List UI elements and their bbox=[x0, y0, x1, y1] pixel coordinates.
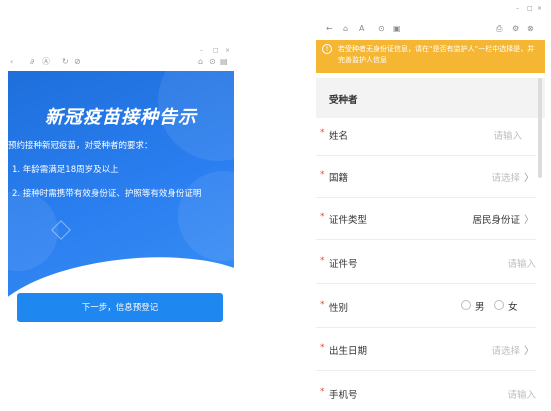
next-step-button[interactable]: 下一步，信息预登记 bbox=[17, 293, 223, 322]
gender-female-radio[interactable] bbox=[494, 300, 504, 310]
notice-item-id: 2. 接种时需携带有效身份证、护照等有效身份证明 bbox=[12, 189, 202, 199]
field-label: 证件类型 bbox=[329, 215, 368, 226]
id-number-field-row[interactable]: * 证件号 请输入 bbox=[316, 243, 536, 284]
info-icon: ! bbox=[322, 44, 332, 54]
settings-icon[interactable]: ⚙ bbox=[512, 24, 519, 34]
field-label: 手机号 bbox=[329, 390, 358, 401]
id-type-field-row[interactable]: * 证件类型 居民身份证 〉 bbox=[316, 199, 536, 240]
notice-title: 新冠疫苗接种告示 bbox=[45, 107, 197, 128]
guardian-warning-banner: ! 若受种者无身份证信息，请在“是否有监护人”一栏中选择是，并完善监护人信息 bbox=[316, 40, 545, 73]
bookmark-icon[interactable]: ▣ bbox=[393, 24, 401, 34]
name-field-row[interactable]: * 姓名 请输入 bbox=[316, 115, 536, 156]
chevron-right-icon: 〉 bbox=[524, 215, 534, 226]
nationality-field-row[interactable]: * 国籍 请选择 〉 bbox=[316, 157, 536, 198]
required-mark: * bbox=[320, 128, 325, 138]
text-size-icon[interactable]: A bbox=[359, 24, 364, 34]
translate-icon[interactable]: Ⓐ bbox=[42, 56, 50, 68]
share-icon[interactable]: ⊙ bbox=[378, 24, 385, 34]
id-type-select[interactable]: 居民身份证 bbox=[472, 212, 520, 226]
gender-male-radio[interactable] bbox=[461, 300, 471, 310]
field-label: 出生日期 bbox=[329, 346, 368, 357]
compass-icon[interactable]: ⊘ bbox=[74, 56, 81, 68]
save-icon[interactable]: ⎙ bbox=[496, 24, 502, 34]
section-title: 受种者 bbox=[329, 95, 358, 106]
home-icon[interactable]: ⌂ bbox=[343, 24, 348, 34]
section-header: 受种者 bbox=[316, 78, 545, 118]
link-icon[interactable]: ∂ bbox=[30, 56, 34, 68]
more-icon[interactable]: ▤ bbox=[220, 56, 228, 68]
birthdate-field-row[interactable]: * 出生日期 请选择 〉 bbox=[316, 330, 536, 371]
id-number-input[interactable]: 请输入 bbox=[507, 256, 536, 270]
gender-male-label[interactable]: 男 bbox=[475, 299, 485, 313]
gender-field-row: * 性别 男 女 bbox=[316, 287, 536, 328]
field-label: 性别 bbox=[329, 303, 349, 314]
chevron-right-icon: 〉 bbox=[524, 173, 534, 184]
chevron-right-icon: 〉 bbox=[524, 346, 534, 357]
required-mark: * bbox=[320, 387, 325, 397]
phone-field-row[interactable]: * 手机号 请输入 bbox=[316, 374, 536, 411]
share-icon[interactable]: ⌂ bbox=[198, 56, 203, 68]
field-label: 姓名 bbox=[329, 131, 349, 142]
warning-text: 若受种者无身份证信息，请在“是否有监护人”一栏中选择是，并完善监护人信息 bbox=[338, 45, 535, 64]
close-button[interactable]: × bbox=[225, 48, 230, 54]
birthdate-select[interactable]: 请选择 bbox=[491, 343, 520, 357]
required-mark: * bbox=[320, 212, 325, 222]
back-icon[interactable]: ← bbox=[326, 24, 333, 34]
back-icon[interactable]: ‹ bbox=[10, 56, 13, 68]
settings-icon[interactable]: ⊙ bbox=[209, 56, 216, 68]
minimize-button[interactable]: – bbox=[516, 4, 519, 14]
scrollbar[interactable] bbox=[538, 78, 542, 178]
maximize-button[interactable]: □ bbox=[213, 48, 219, 54]
required-mark: * bbox=[320, 170, 325, 180]
phone-input[interactable]: 请输入 bbox=[507, 387, 536, 401]
left-titlebar: – □ × bbox=[8, 46, 234, 54]
nationality-select[interactable]: 请选择 bbox=[491, 170, 520, 184]
required-mark: * bbox=[320, 256, 325, 266]
required-mark: * bbox=[320, 343, 325, 353]
more-icon[interactable]: ⊗ bbox=[527, 24, 534, 34]
right-browser-window: – □ × ← ⌂ A ⊙ ▣ ⎙ ⚙ ⊗ ! 若受种者无身份证信息，请在“是否… bbox=[316, 0, 545, 411]
right-titlebar: – □ × ← ⌂ A ⊙ ▣ ⎙ ⚙ ⊗ bbox=[316, 0, 545, 40]
notice-item-age: 1. 年龄需满足18周岁及以上 bbox=[12, 165, 119, 175]
minimize-button[interactable]: – bbox=[200, 48, 203, 54]
vaccination-notice-banner: 新冠疫苗接种告示 预约接种新冠疫苗，对受种者的要求： 1. 年龄需满足18周岁及… bbox=[8, 71, 234, 306]
refresh-icon[interactable]: ↻ bbox=[62, 56, 69, 68]
left-browser-window: – □ × ‹ ∂ Ⓐ ↻ ⊘ ⌂ ⊙ ▤ 新冠疫苗接种告示 预约接种新冠疫苗，… bbox=[8, 46, 234, 411]
left-toolbar: ‹ ∂ Ⓐ ↻ ⊘ ⌂ ⊙ ▤ bbox=[8, 56, 234, 68]
name-input[interactable]: 请输入 bbox=[493, 128, 522, 142]
close-button[interactable]: × bbox=[537, 4, 542, 14]
maximize-button[interactable]: □ bbox=[527, 4, 533, 14]
field-label: 证件号 bbox=[329, 259, 358, 270]
gender-female-label[interactable]: 女 bbox=[508, 299, 518, 313]
field-label: 国籍 bbox=[329, 173, 349, 184]
notice-intro: 预约接种新冠疫苗，对受种者的要求： bbox=[8, 141, 153, 151]
required-mark: * bbox=[320, 300, 325, 310]
